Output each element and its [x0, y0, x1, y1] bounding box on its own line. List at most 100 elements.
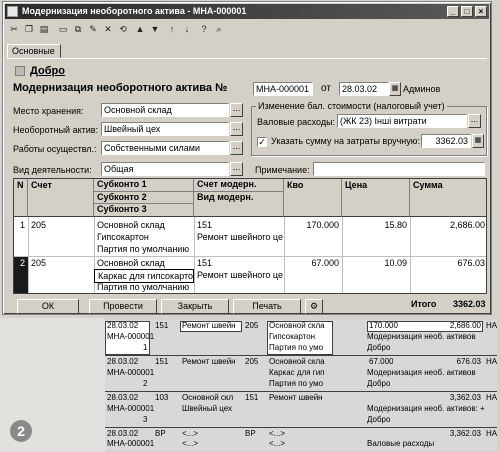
entry-4-kt-sub2[interactable]: <...>: [269, 439, 331, 449]
row-1-subconto3[interactable]: Партия по умолчанию: [94, 243, 194, 255]
entry-2-doc[interactable]: МНА-000001: [107, 368, 154, 378]
row-1-subconto1[interactable]: Основной склад: [94, 219, 194, 231]
entry-4-kt[interactable]: ВР: [245, 429, 256, 439]
row-2-subconto3[interactable]: Партия по умолчанию: [94, 281, 194, 293]
post-button[interactable]: Провести: [89, 299, 157, 314]
entry-2-kt-sub3[interactable]: Партия по умо: [269, 379, 331, 389]
row-2-sum[interactable]: 676.03: [410, 257, 486, 269]
manual-sum-checkbox[interactable]: ✓: [257, 137, 267, 147]
works-select-button[interactable]: ...: [230, 141, 243, 155]
entry-1-date[interactable]: 28.03.02: [107, 321, 138, 331]
entry-1-desc[interactable]: Модернизация необ. активов: [367, 332, 487, 342]
entry-2-dt-sub[interactable]: Ремонт швейн: [182, 357, 242, 367]
row-2-subconto1[interactable]: Основной склад: [94, 257, 194, 269]
row-2-account[interactable]: 205: [28, 257, 94, 269]
posted-checkbox[interactable]: [15, 66, 25, 76]
entry-4-sum[interactable]: 3,362.03: [425, 429, 481, 439]
entry-1-qty[interactable]: 170.000: [369, 321, 398, 331]
doc-number-field[interactable]: МНА-000001: [253, 82, 313, 96]
close-window-button[interactable]: ×: [475, 6, 487, 17]
row-1-price[interactable]: 15.80: [342, 219, 410, 231]
entry-2-sum[interactable]: 676.03: [425, 357, 481, 367]
col-header-mod-kind[interactable]: Вид модерн.: [194, 191, 283, 203]
asset-field[interactable]: Швейный цех: [101, 122, 229, 136]
calculator-icon[interactable]: ▦: [472, 134, 484, 148]
entry-3-doc[interactable]: МНА-000001: [107, 404, 154, 414]
entry-3-dt-sub2[interactable]: Швейный цех: [182, 404, 242, 414]
entry-1-kt-sub2[interactable]: Гипсокартон: [269, 332, 331, 342]
entry-3-dt-sub[interactable]: Основной скл: [182, 393, 242, 403]
entry-2-dt[interactable]: 151: [155, 357, 168, 367]
up-icon[interactable]: ▲: [133, 22, 147, 36]
col-header-subconto1[interactable]: Субконто 1: [94, 179, 193, 191]
row-1-subconto2[interactable]: Гипсокартон: [94, 231, 194, 243]
settings-icon[interactable]: ⚙: [305, 299, 323, 314]
entry-1-kt[interactable]: 205: [245, 321, 258, 331]
row-2-mod-kind[interactable]: Ремонт швейного це: [194, 269, 284, 281]
col-header-mod-account[interactable]: Счет модерн.: [194, 179, 283, 191]
close-button[interactable]: Закрыть: [161, 299, 229, 314]
entry-3-kt[interactable]: 151: [245, 393, 258, 403]
ok-button[interactable]: ОК: [17, 299, 79, 314]
help-icon[interactable]: ?: [197, 22, 211, 36]
col-header-qty[interactable]: Кво: [284, 179, 342, 217]
row-1-sum[interactable]: 2,686.00: [410, 219, 486, 231]
works-field[interactable]: Собственными силами: [101, 141, 229, 155]
entry-3-dt[interactable]: 103: [155, 393, 168, 403]
storage-field[interactable]: Основной склад: [101, 103, 229, 117]
storage-select-button[interactable]: ...: [230, 103, 243, 117]
entry-4-dt[interactable]: ВР: [155, 429, 166, 439]
asset-select-button[interactable]: ...: [230, 122, 243, 136]
entry-1-dt-sub[interactable]: Ремонт швейн: [182, 321, 242, 331]
entry-2-desc[interactable]: Модернизация необ. активов: [367, 368, 487, 378]
entry-1-kt-sub3[interactable]: Партия по умо: [269, 343, 331, 353]
calendar-icon[interactable]: ▦: [389, 82, 401, 96]
entry-3-sum[interactable]: 3,362.03: [425, 393, 481, 403]
row-1-mod-kind[interactable]: Ремонт швейного це: [194, 231, 284, 243]
sort-asc-icon[interactable]: ↑: [165, 22, 179, 36]
entry-3-kt-sub1[interactable]: Ремонт швейн: [269, 393, 331, 403]
entry-2-qty[interactable]: 67.000: [369, 357, 393, 367]
activity-field[interactable]: Общая: [101, 162, 229, 176]
entry-1-dt[interactable]: 151: [155, 321, 168, 331]
expenses-select-button[interactable]: ...: [468, 114, 481, 128]
entry-2-kt[interactable]: 205: [245, 357, 258, 367]
entry-1-doc[interactable]: МНА-000001: [107, 332, 154, 342]
entry-4-date[interactable]: 28.03.02: [107, 429, 138, 439]
doc-date-field[interactable]: 28.03.02: [339, 82, 389, 96]
tab-main[interactable]: Основные: [7, 44, 61, 58]
edit-row-icon[interactable]: ✎: [86, 22, 100, 36]
row-2-mod-account[interactable]: 151: [194, 257, 284, 269]
expenses-field[interactable]: (ЖК 23) Інші витрати: [337, 114, 467, 128]
manual-sum-field[interactable]: 3362.03: [421, 134, 471, 148]
note-field[interactable]: [313, 162, 485, 176]
entry-1-sum[interactable]: 2,686.00: [425, 321, 481, 331]
entry-4-dt-sub2[interactable]: <...>: [182, 439, 242, 449]
col-header-subconto2[interactable]: Субконто 2: [94, 191, 193, 203]
maximize-button[interactable]: □: [461, 6, 473, 17]
entry-1-kt-sub1[interactable]: Основной скла: [269, 321, 331, 331]
add-row-icon[interactable]: ▭: [56, 22, 70, 36]
delete-row-icon[interactable]: ✕: [101, 22, 115, 36]
entry-4-kt-sub1[interactable]: <...>: [269, 429, 331, 439]
row-1-n[interactable]: 1: [14, 219, 28, 231]
copy-icon[interactable]: ❐: [22, 22, 36, 36]
refresh-icon[interactable]: ⟲: [116, 22, 130, 36]
cut-icon[interactable]: ✂: [7, 22, 21, 36]
minimize-button[interactable]: _: [447, 6, 459, 17]
search-icon[interactable]: ⌕: [212, 22, 226, 36]
entry-4-desc[interactable]: Валовые расходы: [367, 439, 487, 449]
col-header-account[interactable]: Счет: [28, 179, 94, 217]
entry-4-dt-sub[interactable]: <...>: [182, 429, 242, 439]
entry-4-doc[interactable]: МНА-000001: [107, 439, 154, 449]
col-header-sum[interactable]: Сумма: [410, 179, 486, 217]
activity-select-button[interactable]: ...: [230, 162, 243, 176]
row-2-n[interactable]: 2: [14, 257, 28, 293]
print-button[interactable]: Печать: [233, 299, 301, 314]
col-header-n[interactable]: N: [14, 179, 28, 217]
col-header-price[interactable]: Цена: [342, 179, 410, 217]
entry-3-date[interactable]: 28.03.02: [107, 393, 138, 403]
entry-2-date[interactable]: 28.03.02: [107, 357, 138, 367]
row-1-mod-account[interactable]: 151: [194, 219, 284, 231]
entry-3-desc[interactable]: Модернизация необ. активов: +: [367, 404, 491, 414]
